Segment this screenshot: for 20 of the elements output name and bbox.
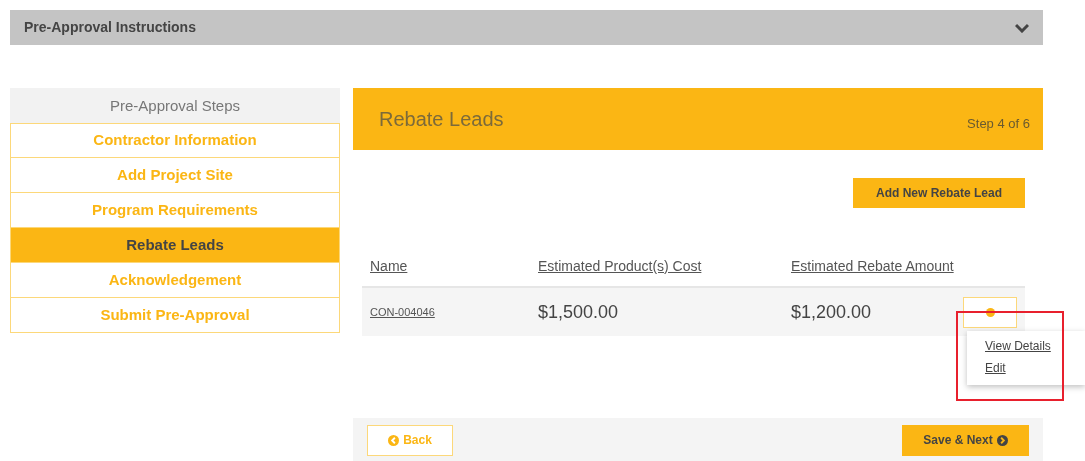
step-item[interactable]: Rebate Leads [10, 228, 340, 263]
column-header[interactable]: Estimated Product(s) Cost [530, 256, 783, 277]
cost-cell-text: $1,500.00 [537, 300, 620, 324]
rebate-cell-text: $1,200.00 [790, 300, 873, 324]
step-indicator: Step 4 of 6 [967, 115, 1030, 134]
instructions-title: Pre-Approval Instructions [24, 18, 196, 37]
page-title: Rebate Leads [379, 107, 504, 132]
save-next-button[interactable]: Save & Next [902, 424, 1029, 456]
chevron-down-icon[interactable] [1015, 22, 1029, 33]
add-rebate-lead-button[interactable]: Add New Rebate Lead [853, 178, 1025, 208]
next-arrow-icon [996, 434, 1008, 446]
dot-icon [985, 307, 995, 317]
column-header[interactable]: Estimated Rebate Amount [783, 256, 954, 277]
steps-heading: Pre-Approval Steps [10, 88, 340, 123]
menu-item[interactable]: View Details [985, 337, 1051, 355]
actions-button[interactable] [963, 296, 1017, 328]
column-header[interactable]: Name [362, 256, 530, 277]
lead-link[interactable]: CON-004046 [362, 303, 530, 321]
instructions-bar[interactable]: Pre-Approval Instructions [10, 10, 1043, 45]
menu-item[interactable]: Edit [985, 359, 1006, 377]
